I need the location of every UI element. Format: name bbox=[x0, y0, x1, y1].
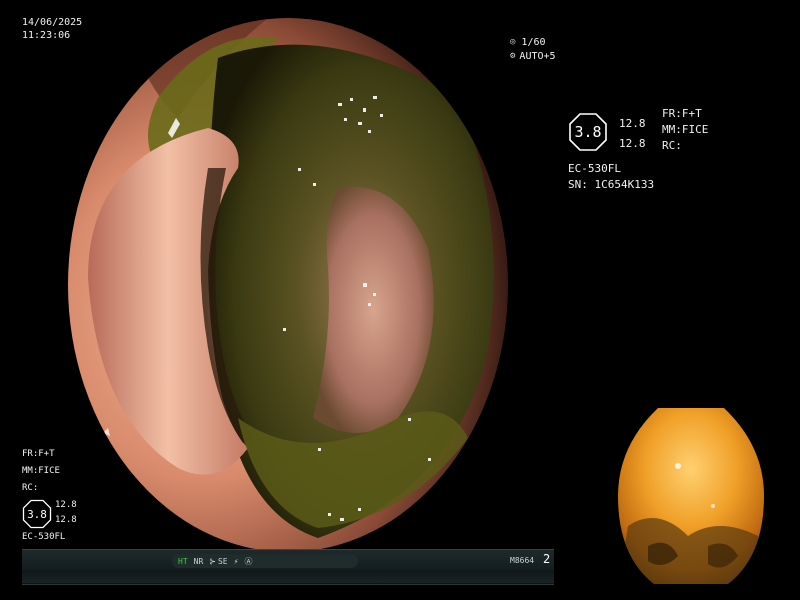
value-top: 12.8 bbox=[619, 117, 646, 130]
fr-setting: FR:F+T bbox=[22, 449, 55, 459]
status-indicator-strip: HT NR ⊱ SE ⚡ Ⓐ bbox=[172, 554, 358, 568]
a-circle-icon: Ⓐ bbox=[244, 556, 253, 566]
status-bar-lower bbox=[22, 570, 554, 583]
shutter-value: 1/60 bbox=[521, 37, 546, 48]
time-label: 11:23:06 bbox=[22, 30, 71, 41]
zoom-badge-value: 3.8 bbox=[27, 507, 47, 521]
mm-setting: MM:FICE bbox=[22, 466, 60, 476]
right-panel-values: 12.8 12.8 bbox=[619, 114, 646, 154]
endoscopic-view bbox=[68, 18, 508, 552]
zoom-badge-value: 3.8 bbox=[574, 123, 602, 141]
right-panel-settings: FR:F+T MM:FICE RC: bbox=[662, 106, 708, 154]
left-panel-values: 12.8 12.8 bbox=[55, 498, 77, 528]
se-icon: ⊱ bbox=[209, 556, 216, 566]
shutter-row: ◎ 1/60 bbox=[510, 36, 546, 49]
scope-model: EC-530FL bbox=[568, 162, 621, 175]
value-bottom: 12.8 bbox=[619, 137, 646, 150]
fr-setting: FR:F+T bbox=[662, 107, 702, 120]
serial-number: SN: 1C654K133 bbox=[568, 178, 655, 191]
se-indicator: ⊱ SE bbox=[209, 557, 227, 566]
rc-setting: RC: bbox=[662, 139, 682, 152]
auto-exposure-row: ⚙ AUTO+5 bbox=[510, 50, 556, 63]
iris-icon: ⚙ bbox=[510, 51, 516, 61]
pip-view bbox=[618, 408, 764, 584]
value-top: 12.8 bbox=[55, 500, 77, 510]
se-label: SE bbox=[217, 556, 228, 566]
lightning-icon: ⚡ bbox=[233, 556, 239, 566]
value-bottom: 12.8 bbox=[55, 515, 77, 525]
shutter-icon: ◎ bbox=[510, 37, 516, 47]
status-bar: HT NR ⊱ SE ⚡ Ⓐ M8664 2 bbox=[22, 549, 554, 585]
rc-setting: RC: bbox=[22, 483, 39, 493]
right-panel-scope-info: EC-530FL SN: 1C654K133 bbox=[568, 161, 654, 193]
model-code: M8664 bbox=[510, 556, 535, 565]
auto-exposure-value: AUTO+5 bbox=[519, 51, 556, 62]
left-panel-settings: FR:F+T MM:FICE RC: bbox=[22, 446, 60, 497]
left-panel-scope-model: EC-530FL bbox=[22, 532, 66, 542]
page-number: 2 bbox=[543, 552, 551, 566]
nr-indicator: NR bbox=[193, 556, 204, 566]
ht-indicator: HT bbox=[178, 556, 188, 566]
mm-setting: MM:FICE bbox=[662, 123, 709, 136]
date-time-readout: 14/06/2025 11:23:06 bbox=[22, 16, 82, 42]
date-label: 14/06/2025 bbox=[22, 17, 83, 28]
